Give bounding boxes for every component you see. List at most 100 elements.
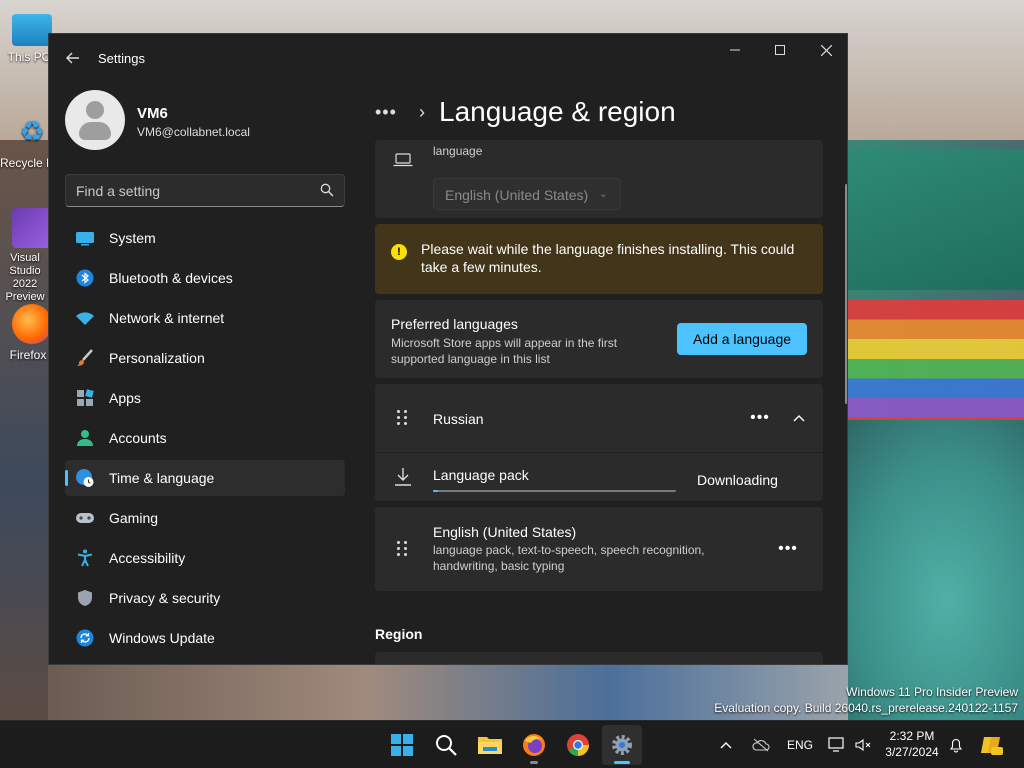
scrollbar[interactable] (845, 184, 847, 404)
display-language-value: English (United States) (445, 187, 589, 203)
main-content: language English (United States) ⌄ ! Ple… (375, 140, 823, 664)
person-icon (75, 428, 95, 448)
page-title: Language & region (439, 96, 676, 127)
region-card[interactable] (375, 652, 823, 664)
shield-icon (75, 588, 95, 608)
breadcrumb-more-button[interactable]: ••• (375, 102, 407, 123)
accessibility-icon (75, 548, 95, 568)
apps-icon (75, 388, 95, 408)
watermark-line-1: Windows 11 Pro Insider Preview (846, 685, 1018, 699)
close-button[interactable] (803, 34, 847, 66)
brush-icon (75, 348, 95, 368)
firefox-icon (523, 734, 545, 756)
collapse-button[interactable] (787, 406, 811, 430)
display-language-desc: language (433, 144, 483, 158)
copilot-button[interactable] (980, 721, 1004, 768)
sidebar-item-time-language[interactable]: Time & language (65, 460, 345, 496)
breadcrumb: ••• › Language & region (375, 92, 676, 132)
monitor-icon (12, 14, 52, 46)
sidebar-item-apps[interactable]: Apps (65, 380, 345, 416)
arrow-left-icon (66, 52, 79, 64)
gamepad-icon (75, 508, 95, 528)
input-language-indicator[interactable]: ENG (787, 721, 813, 768)
wifi-icon (75, 308, 95, 328)
preferred-languages-card: Preferred languages Microsoft Store apps… (375, 300, 823, 378)
taskbar-search-button[interactable] (426, 725, 466, 765)
notifications-button[interactable] (948, 721, 964, 768)
sidebar-item-accessibility[interactable]: Accessibility (65, 540, 345, 576)
maximize-button[interactable] (757, 34, 803, 66)
onedrive-tray-icon[interactable] (752, 721, 770, 768)
sidebar-item-network[interactable]: Network & internet (65, 300, 345, 336)
sidebar-item-label: Accounts (109, 430, 167, 446)
region-heading: Region (375, 626, 423, 642)
close-icon (820, 44, 832, 56)
language-item-russian[interactable]: Russian ••• (375, 384, 823, 452)
os-watermark: Windows 11 Pro Insider Preview Evaluatio… (714, 684, 1018, 716)
sidebar-item-label: Windows Update (109, 630, 215, 646)
chrome-icon (567, 734, 589, 756)
sidebar-item-privacy[interactable]: Privacy & security (65, 580, 345, 616)
network-tray-icon[interactable] (828, 721, 846, 768)
minimize-button[interactable] (712, 34, 758, 66)
sidebar-item-windows-update[interactable]: Windows Update (65, 620, 345, 656)
preferred-languages-desc: Microsoft Store apps will appear in the … (391, 336, 618, 366)
taskbar-chrome[interactable] (558, 725, 598, 765)
download-status: Downloading (697, 472, 778, 488)
chevron-up-icon (720, 742, 732, 749)
back-button[interactable] (61, 46, 85, 70)
chevron-down-icon: ⌄ (598, 188, 608, 200)
minimize-icon (730, 49, 740, 51)
language-features: language pack, text-to-speech, speech re… (433, 543, 705, 573)
volume-tray-icon[interactable] (855, 721, 871, 768)
search-input[interactable] (66, 175, 306, 206)
user-name: VM6 (137, 105, 168, 122)
sidebar-item-bluetooth[interactable]: Bluetooth & devices (65, 260, 345, 296)
user-email: VM6@collabnet.local (137, 125, 250, 139)
display-language-dropdown[interactable]: English (United States) ⌄ (433, 178, 621, 210)
laptop-icon (393, 153, 413, 167)
chevron-up-icon (793, 415, 805, 422)
speaker-muted-icon (855, 738, 871, 752)
chevron-right-icon: › (419, 101, 425, 122)
sidebar-item-system[interactable]: System (65, 220, 345, 256)
more-options-button[interactable]: ••• (747, 408, 773, 428)
language-name: Russian (433, 411, 484, 427)
taskbar-firefox[interactable] (514, 725, 554, 765)
cloud-off-icon (752, 738, 770, 752)
avatar[interactable] (65, 90, 125, 150)
start-button[interactable] (382, 725, 422, 765)
sidebar-item-personalization[interactable]: Personalization (65, 340, 345, 376)
language-item-english[interactable]: English (United States) language pack, t… (375, 507, 823, 591)
title-bar[interactable]: Settings (49, 34, 847, 82)
clock-time: 2:32 PM (889, 729, 935, 743)
watermark-line-2: Evaluation copy. Build 26040.rs_prerelea… (714, 701, 1018, 715)
recycle-bin-icon: ♻ (19, 116, 45, 147)
sidebar-item-label: Apps (109, 390, 141, 406)
add-language-button[interactable]: Add a language (677, 323, 807, 355)
search-icon[interactable] (320, 183, 334, 197)
drag-handle-icon[interactable] (397, 410, 409, 426)
bell-icon (949, 738, 963, 753)
sidebar-item-label: Accessibility (109, 550, 186, 566)
sidebar-item-label: Time & language (109, 470, 215, 486)
firefox-icon (12, 304, 52, 344)
update-icon (75, 628, 95, 648)
more-options-button[interactable]: ••• (775, 539, 801, 559)
taskbar-settings[interactable] (602, 725, 642, 765)
preferred-languages-title: Preferred languages (391, 316, 518, 332)
app-title: Settings (98, 51, 145, 66)
download-progress-fill (433, 490, 438, 492)
show-hidden-icons-button[interactable] (720, 721, 732, 768)
taskbar-clock[interactable]: 2:32 PM 3/27/2024 (882, 728, 942, 760)
sidebar-item-gaming[interactable]: Gaming (65, 500, 345, 536)
language-pack-row: Language pack Downloading (375, 453, 823, 501)
drag-handle-icon[interactable] (397, 541, 409, 557)
taskbar: ENG 2:32 PM 3/27/2024 (0, 720, 1024, 768)
monitor-icon (75, 228, 95, 248)
download-progress-bar (433, 490, 676, 492)
taskbar-file-explorer[interactable] (470, 725, 510, 765)
sidebar-item-label: Bluetooth & devices (109, 270, 233, 286)
display-language-card: language English (United States) ⌄ (375, 140, 823, 218)
sidebar-item-accounts[interactable]: Accounts (65, 420, 345, 456)
